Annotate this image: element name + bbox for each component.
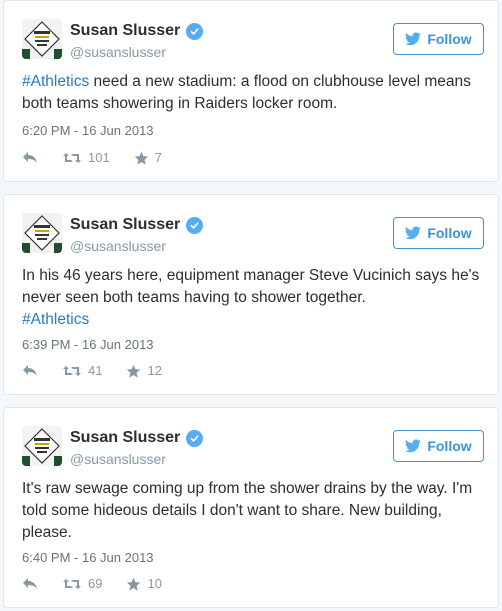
follow-button[interactable]: Follow	[393, 217, 484, 249]
author-name[interactable]: Susan Slusser	[70, 22, 180, 40]
retweet-icon	[63, 578, 81, 589]
verified-badge-icon	[186, 22, 204, 40]
follow-button[interactable]: Follow	[393, 23, 484, 55]
retweet-count: 101	[88, 150, 110, 165]
tweet-header: Susan Slusser @susanslusser Follow	[22, 426, 484, 474]
like-button[interactable]: 12	[126, 363, 162, 378]
author-name[interactable]: Susan Slusser	[70, 429, 180, 447]
tweet-actions: 101 7	[22, 150, 186, 165]
like-count: 7	[154, 150, 162, 165]
star-icon	[134, 151, 148, 165]
retweet-count: 69	[88, 576, 103, 591]
verified-badge-icon	[186, 216, 204, 234]
tweet-header: Susan Slusser @susanslusser Follow	[22, 19, 484, 67]
tweet-timestamp[interactable]: 6:40 PM - 16 Jun 2013	[22, 550, 154, 565]
author-handle[interactable]: @susanslusser	[70, 44, 166, 60]
like-count: 10	[147, 576, 162, 591]
tweet-text: #Athletics need a new stadium: a flood o…	[22, 71, 488, 115]
tweet-header: Susan Slusser @susanslusser Follow	[22, 213, 484, 261]
follow-button[interactable]: Follow	[393, 430, 484, 462]
avatar[interactable]	[22, 213, 62, 253]
follow-label: Follow	[427, 31, 472, 47]
hashtag-link[interactable]: #Athletics	[22, 311, 89, 328]
like-button[interactable]: 7	[134, 150, 162, 165]
retweet-count: 41	[88, 363, 103, 378]
star-icon	[127, 364, 141, 378]
reply-button[interactable]	[22, 364, 38, 377]
tweet-text: In his 46 years here, equipment manager …	[22, 265, 488, 331]
retweet-button[interactable]: 69	[62, 576, 102, 591]
hashtag-link[interactable]: #Athletics	[22, 73, 89, 90]
reply-icon	[23, 365, 37, 376]
like-count: 12	[147, 363, 162, 378]
reply-button[interactable]	[22, 151, 38, 164]
tweet-text-body: need a new stadium: a flood on clubhouse…	[22, 73, 471, 112]
author-name[interactable]: Susan Slusser	[70, 216, 180, 234]
tweet-card-1: Susan Slusser @susanslusser Follow #Athl…	[3, 0, 499, 182]
tweet-text: It's raw sewage coming up from the showe…	[22, 480, 473, 541]
follow-label: Follow	[427, 438, 472, 454]
twitter-bird-icon	[405, 226, 422, 240]
reply-icon	[23, 578, 37, 589]
avatar[interactable]	[22, 19, 62, 59]
like-button[interactable]: 10	[126, 576, 162, 591]
author-handle[interactable]: @susanslusser	[70, 451, 166, 467]
retweet-button[interactable]: 41	[62, 363, 102, 378]
twitter-bird-icon	[405, 439, 422, 453]
retweet-icon	[63, 365, 81, 376]
follow-label: Follow	[427, 225, 472, 241]
retweet-button[interactable]: 101	[62, 150, 110, 165]
tweet-card-3: Susan Slusser @susanslusser Follow It's …	[3, 407, 499, 608]
retweet-icon	[63, 152, 81, 163]
author-handle[interactable]: @susanslusser	[70, 238, 166, 254]
star-icon	[127, 577, 141, 591]
verified-badge-icon	[186, 429, 204, 447]
tweet-timestamp[interactable]: 6:39 PM - 16 Jun 2013	[22, 337, 154, 352]
avatar[interactable]	[22, 426, 62, 466]
reply-button[interactable]	[22, 577, 38, 590]
reply-icon	[23, 152, 37, 163]
tweet-card-2: Susan Slusser @susanslusser Follow In hi…	[3, 194, 499, 395]
tweet-actions: 41 12	[22, 363, 186, 378]
tweet-actions: 69 10	[22, 576, 186, 591]
tweet-timestamp[interactable]: 6:20 PM - 16 Jun 2013	[22, 123, 154, 138]
twitter-bird-icon	[405, 32, 422, 46]
tweet-text-body: In his 46 years here, equipment manager …	[22, 267, 480, 306]
